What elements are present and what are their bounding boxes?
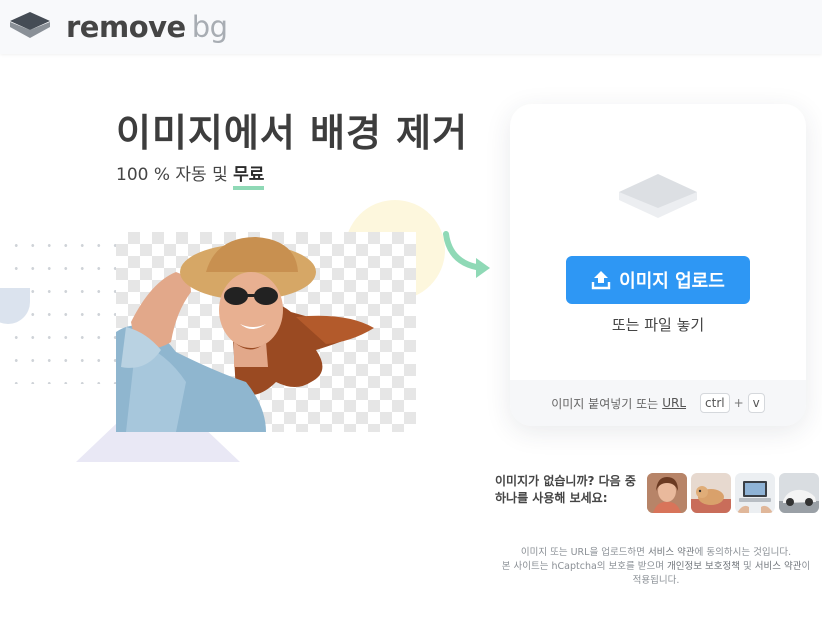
sample-dog[interactable]: [691, 473, 731, 513]
terms-link-2[interactable]: 서비스 약관: [755, 561, 802, 572]
sample-prompt: 이미지가 없습니까? 다음 중 하나를 사용해 보세요:: [495, 474, 636, 505]
drop-file-text: 또는 파일 놓기: [611, 316, 705, 334]
legal-notice: 이미지 또는 URL을 업로드하면 서비스 약관에 동의하시는 것입니다. 본 …: [500, 546, 812, 588]
legal-text: 및: [739, 561, 755, 572]
curved-arrow-icon: [443, 231, 490, 278]
privacy-link[interactable]: 개인정보 보호정책: [667, 561, 740, 572]
subtitle-prefix: 100 % 자동 및: [116, 165, 234, 185]
plus-sign: +: [733, 396, 744, 410]
terms-link[interactable]: 서비스 약관: [648, 547, 695, 558]
logo-word-remove: remove: [66, 10, 186, 44]
legal-text: 에 동의하시는 것입니다.: [694, 547, 792, 558]
upload-icon: [591, 271, 611, 290]
legal-line-2: 본 사이트는 hCaptcha의 보호를 받으며 개인정보 보호정책 및 서비스…: [500, 560, 812, 588]
page-subtitle: 100 % 자동 및 무료: [116, 160, 265, 190]
hero-cutout-image: [116, 232, 416, 432]
url-link[interactable]: URL: [662, 396, 686, 410]
paste-text: 이미지 붙여넣기 또는: [551, 396, 659, 411]
legal-line-1: 이미지 또는 URL을 업로드하면 서비스 약관에 동의하시는 것입니다.: [500, 546, 812, 560]
upload-button-label: 이미지 업로드: [619, 271, 725, 292]
ctrl-key: ctrl: [700, 393, 730, 413]
sample-laptop[interactable]: [735, 473, 775, 513]
sample-images: [647, 473, 819, 513]
v-key: v: [747, 393, 765, 413]
logo-word-bg: bg: [191, 10, 228, 44]
upload-image-button[interactable]: 이미지 업로드: [566, 256, 750, 304]
logo-text: remove bg: [66, 10, 228, 44]
sample-woman-portrait[interactable]: [647, 473, 687, 513]
upload-card[interactable]: 이미지 업로드 또는 파일 놓기 이미지 붙여넣기 또는 URL ctrl + …: [510, 104, 806, 426]
paste-bar: 이미지 붙여넣기 또는 URL ctrl + v: [510, 380, 806, 426]
subtitle-free: 무료: [233, 165, 265, 190]
top-header: remove bg: [0, 0, 822, 54]
sample-car[interactable]: [779, 473, 819, 513]
page-title: 이미지에서 배경 제거: [116, 111, 469, 155]
layers-placeholder-icon: [619, 174, 697, 218]
removebg-logo[interactable]: remove bg: [8, 10, 228, 44]
legal-text: 본 사이트는 hCaptcha의 보호를 받으며: [501, 561, 668, 572]
logo-layers-icon: [10, 12, 50, 38]
legal-text: 이미지 또는 URL을 업로드하면: [520, 547, 648, 558]
